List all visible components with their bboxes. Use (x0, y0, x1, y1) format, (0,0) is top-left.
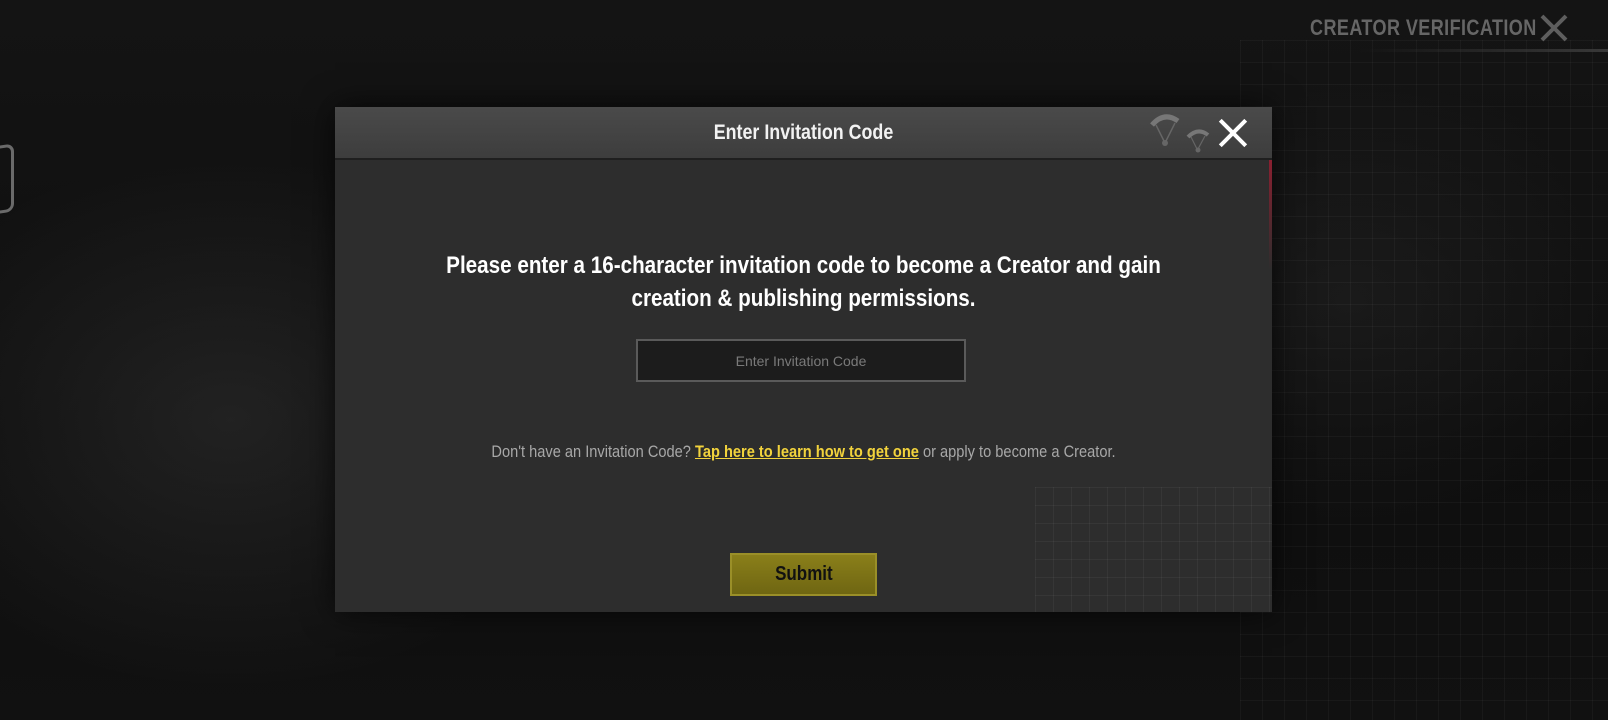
side-hexagon-button[interactable] (0, 143, 14, 217)
learn-how-link[interactable]: Tap here to learn how to get one (695, 442, 919, 461)
background-grid (1240, 40, 1608, 720)
help-text: Don't have an Invitation Code? Tap here … (401, 441, 1207, 463)
submit-button-label: Submit (774, 563, 833, 585)
help-prefix: Don't have an Invitation Code? (491, 442, 691, 461)
close-icon[interactable] (1536, 10, 1572, 46)
page-title: CREATOR VERIFICATION (1310, 15, 1537, 40)
dialog-header: Enter Invitation Code (335, 107, 1272, 160)
map-decoration (1035, 487, 1272, 612)
dialog-title: Enter Invitation Code (713, 121, 894, 144)
edge-accent (1269, 160, 1272, 270)
submit-button[interactable]: Submit (730, 553, 877, 596)
help-suffix: or apply to become a Creator. (922, 442, 1116, 461)
instruction-text: Please enter a 16-character invitation c… (446, 252, 1161, 312)
invitation-code-dialog: Enter Invitation Code Please enter a 16-… (335, 107, 1272, 612)
page-title-underline (1360, 49, 1608, 52)
invitation-code-input[interactable] (636, 339, 966, 382)
dialog-close-icon[interactable] (1215, 115, 1251, 151)
